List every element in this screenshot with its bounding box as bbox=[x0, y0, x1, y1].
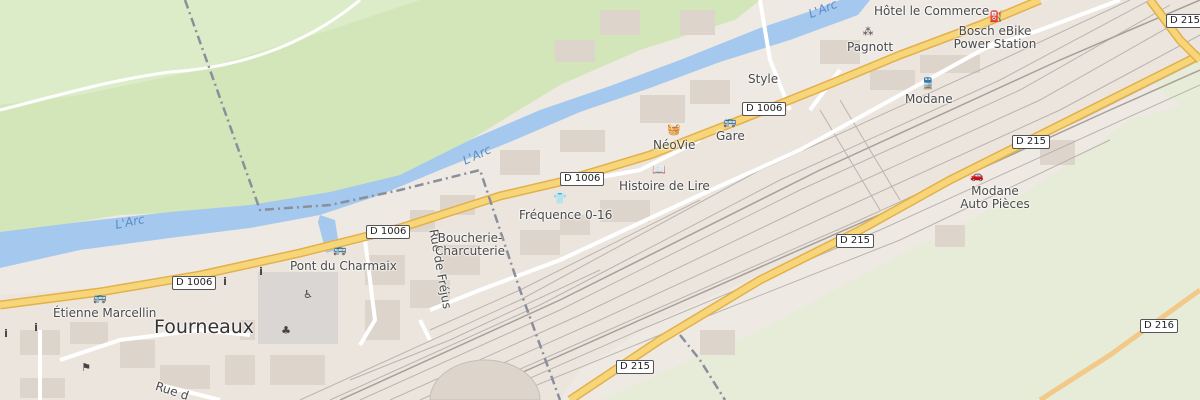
bench-icon[interactable]: ♣ bbox=[280, 325, 292, 337]
shirt-icon[interactable]: 👕 bbox=[553, 193, 567, 205]
poi-label-pont-du-charmaix[interactable]: Pont du Charmaix bbox=[290, 259, 397, 273]
route-shield-d1006[interactable]: D 1006 bbox=[172, 276, 217, 290]
poi-label-boucherie[interactable]: Boucherie- Charcuterie bbox=[435, 232, 505, 258]
poi-label-modane-auto-pieces[interactable]: Modane Auto Pièces bbox=[960, 185, 1030, 211]
info-icon[interactable]: i bbox=[30, 322, 42, 334]
poi-label-hotel-le-commerce[interactable]: Hôtel le Commerce bbox=[874, 4, 989, 18]
poi-label-style[interactable]: Style bbox=[748, 72, 778, 86]
wheelchair-icon[interactable]: ♿ bbox=[302, 289, 314, 301]
car-icon[interactable]: 🚗 bbox=[970, 170, 984, 182]
parking-area bbox=[258, 272, 338, 344]
poi-label-etienne-marcellin[interactable]: Étienne Marcellin bbox=[53, 306, 156, 320]
info-icon[interactable]: i bbox=[219, 276, 231, 288]
poi-label-gare[interactable]: Gare bbox=[716, 129, 745, 143]
route-shield-d215[interactable]: D 215 bbox=[1166, 14, 1200, 28]
route-shield-d215[interactable]: D 215 bbox=[1012, 135, 1050, 149]
poi-label-frequence[interactable]: Fréquence 0-16 bbox=[519, 208, 612, 222]
food-icon[interactable]: ⁂ bbox=[862, 26, 874, 38]
poi-label-neovie[interactable]: NéoVie bbox=[653, 138, 695, 152]
train-icon[interactable]: 🚆 bbox=[921, 78, 935, 90]
info-icon[interactable]: i bbox=[255, 266, 267, 278]
map-canvas[interactable]: L'Arc L'Arc L'Arc D 1006 D 1006 D 1006 D… bbox=[0, 0, 1200, 400]
route-shield-d1006[interactable]: D 1006 bbox=[560, 172, 605, 186]
bus-icon[interactable]: 🚌 bbox=[723, 116, 737, 128]
poi-label-bosch-ebike[interactable]: Bosch eBike Power Station bbox=[954, 25, 1037, 51]
route-shield-d1006[interactable]: D 1006 bbox=[366, 225, 411, 239]
route-shield-d1006[interactable]: D 1006 bbox=[742, 102, 787, 116]
bus-icon[interactable]: 🚌 bbox=[93, 292, 107, 304]
route-shield-d216[interactable]: D 216 bbox=[1140, 319, 1178, 333]
fuel-icon[interactable]: ⛽ bbox=[989, 11, 1003, 23]
poi-label-pagnott[interactable]: Pagnott bbox=[847, 40, 893, 54]
info-icon[interactable]: i bbox=[0, 328, 12, 340]
book-icon[interactable]: 📖 bbox=[652, 164, 666, 176]
route-shield-d215[interactable]: D 215 bbox=[836, 234, 874, 248]
playground-icon[interactable]: ⚑ bbox=[80, 362, 92, 374]
basket-icon[interactable]: 🧺 bbox=[667, 124, 681, 136]
bus-icon[interactable]: 🚌 bbox=[333, 244, 347, 256]
poi-label-histoire-de-lire[interactable]: Histoire de Lire bbox=[619, 179, 710, 193]
poi-label-modane-station[interactable]: Modane bbox=[905, 92, 953, 106]
route-shield-d215[interactable]: D 215 bbox=[616, 360, 654, 374]
town-label-fourneaux: Fourneaux bbox=[154, 316, 255, 338]
